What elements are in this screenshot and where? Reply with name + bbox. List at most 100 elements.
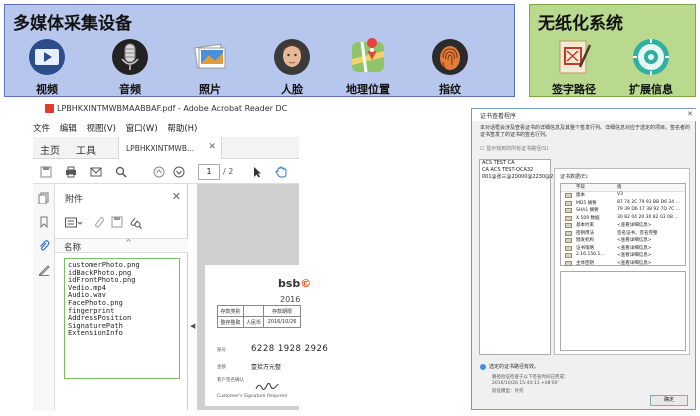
amount-text: 壹拾万元整 — [251, 364, 282, 371]
page-number-input[interactable]: 1 — [198, 164, 220, 180]
tree-node[interactable]: CA ACS TEST-OCA32 — [480, 167, 550, 174]
signature-tool-icon[interactable] — [38, 264, 50, 276]
tab-home[interactable]: 主页 — [40, 142, 60, 157]
email-icon[interactable] — [90, 166, 102, 178]
add-attachment-icon[interactable] — [93, 216, 105, 229]
audio-item[interactable]: 音频 — [100, 37, 160, 97]
fields-label: 证书数据(E): — [560, 174, 589, 180]
photos-label: 照片 — [199, 83, 221, 96]
field-icon — [565, 223, 572, 228]
certificate-fields-table: 字段 值 版本 V3 MD5 摘要 87 74 2C 79 93 BB D6 34 … — [560, 183, 686, 266]
face-icon — [272, 37, 312, 77]
list-item[interactable]: ExtensionInfo — [68, 330, 179, 338]
table-row[interactable]: 版本 V3 — [561, 192, 685, 200]
pages-icon[interactable] — [38, 192, 50, 204]
show-all-paths-checkbox[interactable]: ☐ 显示找到的所有证书路径(S) — [480, 145, 548, 152]
page-total: / 2 — [223, 167, 234, 176]
next-page-icon[interactable] — [173, 166, 185, 178]
signature-path-item[interactable]: 签字路径 — [544, 37, 604, 97]
paperless-system-panel: 无纸化系统 签字路径 扩展信息 — [529, 4, 696, 97]
column-header: 字段 — [576, 185, 585, 190]
field-icon — [565, 245, 572, 251]
field-icon — [565, 193, 572, 198]
search-icon[interactable] — [115, 166, 127, 178]
tab-tools[interactable]: 工具 — [76, 142, 96, 157]
window-title-text: LPBHKXINTMWBMAABBAF.pdf - Adobe Acrobat … — [57, 104, 288, 113]
dialog-description: 本对话框会涉及查看证书的详细信息及其整个签发行列。详细信息对应于选定的项目。签名… — [480, 125, 691, 138]
fingerprint-icon — [430, 37, 470, 77]
tab-document[interactable]: LPBHKXINTMWB... ✕ — [118, 137, 222, 159]
field-detail-box[interactable] — [560, 271, 686, 351]
menu-view[interactable]: 视图(V) — [86, 124, 115, 134]
attachment-file-list: customerPhoto.png idBackPhoto.png idFron… — [64, 258, 180, 379]
field-value: 30 82 04 20 30 82 03 08 ... — [617, 214, 679, 220]
field-name: SHA1 摘要 — [576, 208, 599, 213]
options-menu-icon[interactable] — [65, 217, 83, 229]
tree-node[interactable]: ACS TEST CA — [480, 160, 550, 167]
table-row[interactable]: X.509 数据 30 82 04 20 30 82 03 08 ... — [561, 215, 685, 223]
location-item[interactable]: 地理位置 — [338, 37, 398, 97]
table-row[interactable]: 2.16.156.1... <查看详细信息> — [561, 252, 685, 260]
attachments-column-header[interactable]: 名称 ^ — [55, 238, 188, 253]
validation-line: 验证模型：外壳 — [492, 389, 524, 394]
table-row[interactable]: 密钥用法 签名证书，签名完整 — [561, 230, 685, 238]
amount-label: 金额 — [217, 365, 226, 370]
close-icon[interactable]: ✕ — [687, 110, 693, 118]
table-row[interactable]: SHA1 摘要 79 39 D6 17 38 92 7D 7C ... — [561, 207, 685, 215]
hand-tool-icon[interactable] — [275, 166, 287, 178]
map-icon — [348, 37, 388, 77]
column-name-label: 名称 — [64, 243, 82, 253]
table-row[interactable]: 基本约束 <查看详细信息> — [561, 222, 685, 230]
document-year: 2016 — [280, 295, 301, 304]
save-attachment-icon[interactable] — [111, 216, 123, 228]
table-cell: 2016/10/26 — [262, 316, 302, 328]
menu-help[interactable]: 帮助(H) — [167, 124, 197, 134]
field-name: 主体密钥 — [576, 260, 594, 266]
video-item[interactable]: 视频 — [17, 37, 77, 97]
navigation-rail — [33, 184, 55, 410]
info-icon — [480, 363, 486, 370]
field-value: <查看详细信息> — [617, 260, 652, 266]
extension-info-item[interactable]: 扩展信息 — [621, 37, 681, 97]
table-cell: 存款期限 — [262, 305, 302, 317]
search-attachment-icon[interactable] — [129, 216, 142, 229]
prev-page-icon[interactable] — [153, 166, 165, 178]
collapse-panel-icon[interactable]: ◀ — [190, 322, 195, 330]
ok-button[interactable]: 确定 — [650, 395, 688, 406]
face-item[interactable]: 人脸 — [262, 37, 322, 97]
field-value: <查看详细信息> — [617, 238, 652, 243]
validation-line: 2016/10/26 15:44:11 +08'00' — [492, 381, 559, 386]
print-icon[interactable] — [65, 166, 77, 178]
table-row[interactable]: 主体密钥 <查看详细信息> — [561, 260, 685, 268]
field-value: <查看详细信息> — [617, 253, 652, 258]
fingerprint-item[interactable]: 指纹 — [420, 37, 480, 97]
field-value: <查看详细信息> — [617, 245, 652, 251]
table-row[interactable]: 颁发机构 <查看详细信息> — [561, 237, 685, 245]
close-panel-icon[interactable]: ✕ — [172, 190, 181, 203]
table-row[interactable]: MD5 摘要 87 74 2C 79 93 BB D6 34 ... — [561, 200, 685, 208]
save-icon[interactable] — [40, 166, 52, 178]
menu-edit[interactable]: 编辑 — [60, 124, 77, 134]
field-value: <查看详细信息> — [617, 223, 652, 228]
attachment-icon[interactable] — [38, 240, 50, 252]
photos-item[interactable]: 照片 — [180, 37, 240, 97]
tree-node[interactable]: 001@张三@20000@2230@2 — [480, 174, 553, 181]
menu-window[interactable]: 窗口(W) — [126, 124, 158, 134]
field-icon — [565, 238, 572, 243]
column-header: 值 — [617, 185, 622, 190]
menu-file[interactable]: 文件 — [33, 124, 50, 134]
location-label: 地理位置 — [346, 83, 390, 96]
window-title: LPBHKXINTMWBMAABBAF.pdf - Adobe Acrobat … — [45, 104, 287, 113]
paperless-panel-title: 无纸化系统 — [538, 14, 623, 34]
select-cursor-icon[interactable] — [251, 166, 263, 178]
field-name: 颁发机构 — [576, 238, 594, 243]
table-cell: 人民币 — [243, 316, 264, 328]
bookmark-icon[interactable] — [38, 216, 50, 228]
field-value: V3 — [617, 192, 623, 197]
checkbox-label: 显示找到的所有证书路径(S) — [486, 146, 549, 152]
certificate-details: 证书数据(E): 字段 值 版本 V3 MD5 摘要 87 74 2C 79 93 … — [554, 168, 690, 355]
table-row[interactable]: 证书策略 <查看详细信息> — [561, 245, 685, 253]
close-icon[interactable]: ✕ — [208, 142, 216, 152]
account-label: 账号 — [217, 348, 226, 353]
bank-logo: bsb© — [278, 277, 312, 290]
